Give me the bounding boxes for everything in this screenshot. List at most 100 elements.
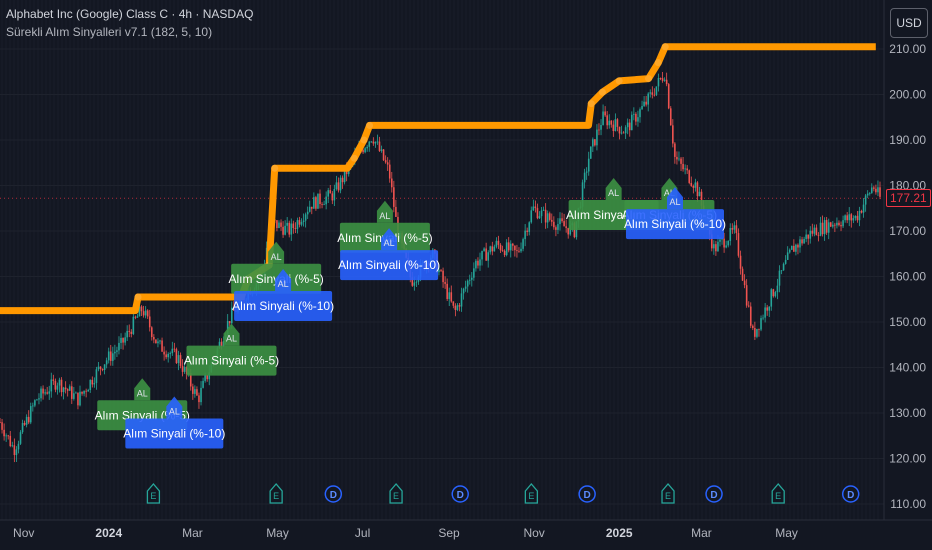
signal-arrow-text: AL bbox=[169, 406, 180, 416]
candle-body bbox=[561, 218, 563, 222]
candle-body bbox=[774, 292, 777, 297]
candle-body bbox=[784, 259, 787, 264]
time-axis[interactable]: Nov 2024 Mar May Jul Sep Nov 2025 Mar May bbox=[0, 519, 932, 550]
candle-body bbox=[690, 182, 693, 186]
candle-body bbox=[526, 230, 528, 232]
currency-button[interactable]: USD bbox=[890, 8, 928, 38]
price-chart[interactable]: AL Alım Sinyali (%-5) AL Alım Sinyali (%-10… bbox=[0, 0, 932, 550]
candle-body bbox=[752, 325, 754, 329]
time-tick-label: Mar bbox=[182, 526, 203, 540]
symbol-title[interactable]: Alphabet Inc (Google) Class C · 4h · NAS… bbox=[6, 5, 253, 23]
candle-body bbox=[536, 208, 539, 219]
candle-body bbox=[25, 416, 28, 425]
candle-body bbox=[374, 141, 377, 144]
candle-body bbox=[680, 158, 682, 164]
candle-body bbox=[114, 351, 116, 354]
candle-body bbox=[163, 351, 165, 355]
candle-body bbox=[489, 246, 492, 253]
candle-body bbox=[308, 206, 311, 212]
candle-body bbox=[630, 114, 633, 131]
candle-body bbox=[768, 306, 771, 311]
candle-body bbox=[747, 305, 750, 307]
candle-body bbox=[442, 270, 444, 283]
candle-body bbox=[473, 268, 475, 278]
candle-body bbox=[811, 230, 814, 234]
candle-body bbox=[628, 122, 631, 131]
trailing-high-dot bbox=[644, 75, 652, 83]
time-tick-label: Jul bbox=[355, 526, 370, 540]
candle-body bbox=[56, 385, 59, 390]
candle-body bbox=[105, 360, 108, 365]
candle-body bbox=[864, 195, 867, 205]
candle-body bbox=[877, 187, 879, 193]
candle-body bbox=[725, 245, 727, 248]
trailing-high-dot bbox=[615, 77, 623, 85]
candle-body bbox=[602, 111, 604, 125]
candle-body bbox=[95, 369, 98, 383]
candle-body bbox=[633, 113, 635, 115]
candle-body bbox=[657, 78, 660, 87]
signal-arrow-text: AL bbox=[379, 211, 390, 221]
candle-body bbox=[458, 305, 461, 307]
time-tick-label: 2024 bbox=[95, 526, 122, 540]
candle-body bbox=[85, 390, 87, 392]
candle-body bbox=[559, 218, 561, 225]
candle-body bbox=[661, 78, 664, 81]
candle-body bbox=[813, 227, 816, 234]
candle-body bbox=[678, 158, 680, 160]
candle-body bbox=[288, 222, 291, 235]
candle-body bbox=[325, 196, 327, 205]
candle-body bbox=[532, 206, 535, 211]
dividend-icon-text: D bbox=[847, 490, 854, 501]
candle-body bbox=[770, 289, 773, 307]
candle-body bbox=[610, 120, 613, 125]
candle-body bbox=[64, 387, 67, 390]
signal-arrow-text: AL bbox=[271, 252, 282, 262]
candle-body bbox=[173, 348, 176, 350]
trailing-high-dot bbox=[598, 88, 606, 96]
candle-body bbox=[745, 285, 748, 306]
candle-body bbox=[44, 392, 46, 394]
candle-body bbox=[280, 222, 282, 227]
indicator-title[interactable]: Sürekli Alım Sinyalleri v7.1 (182, 5, 10… bbox=[6, 23, 253, 41]
earnings-icon-text: E bbox=[273, 491, 279, 501]
candle-body bbox=[555, 227, 557, 230]
candle-body bbox=[692, 185, 695, 188]
candle-body bbox=[13, 445, 16, 456]
candle-body bbox=[228, 321, 231, 324]
price-axis[interactable]: 110.00 120.00 130.00 140.00 150.00 160.00 170.… bbox=[883, 0, 932, 550]
candle-body bbox=[875, 188, 877, 193]
candle-body bbox=[809, 230, 812, 239]
candle-body bbox=[148, 316, 151, 328]
candle-body bbox=[165, 354, 167, 358]
candle-body bbox=[175, 349, 178, 364]
candle-body bbox=[514, 245, 516, 251]
candle-body bbox=[873, 187, 875, 189]
candle-body bbox=[157, 341, 159, 344]
candle-body bbox=[282, 226, 284, 235]
candle-body bbox=[528, 222, 531, 232]
candle-body bbox=[832, 224, 834, 227]
candle-body bbox=[501, 250, 504, 252]
candle-body bbox=[386, 162, 389, 165]
candle-body bbox=[9, 435, 12, 447]
trailing-high-dot bbox=[271, 164, 279, 172]
candle-body bbox=[780, 270, 783, 272]
candle-body bbox=[0, 422, 1, 423]
candle-body bbox=[772, 289, 775, 297]
dividend-marker: D bbox=[841, 485, 860, 503]
candle-body bbox=[641, 106, 643, 110]
candle-body bbox=[797, 244, 799, 248]
candle-body bbox=[470, 277, 473, 280]
candle-body bbox=[507, 242, 510, 251]
candle-body bbox=[179, 355, 182, 366]
signal-arrow-text: AL bbox=[384, 238, 395, 248]
candle-body bbox=[296, 220, 299, 229]
price-tick-label: 170.00 bbox=[889, 224, 926, 238]
candle-body bbox=[93, 382, 96, 385]
candle-body bbox=[639, 109, 641, 118]
candle-body bbox=[827, 222, 830, 233]
candle-body bbox=[169, 353, 172, 354]
candle-body bbox=[103, 364, 106, 370]
candle-body bbox=[842, 220, 844, 227]
